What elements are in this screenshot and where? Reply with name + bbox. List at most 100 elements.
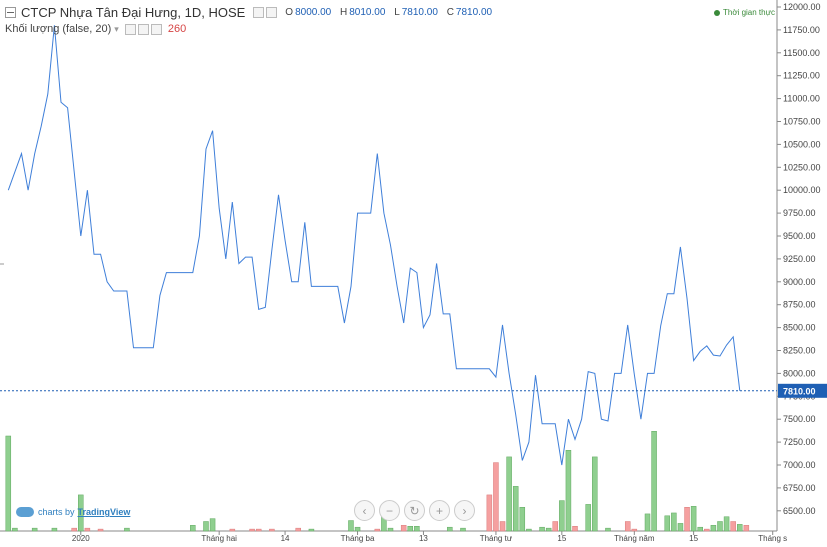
volume-bar xyxy=(447,526,453,532)
symbol-legend: CTCP Nhựa Tân Đại Hưng, 1D, HOSE O 8000.0… xyxy=(5,5,498,20)
scroll-left-button[interactable]: ‹ xyxy=(354,500,375,521)
y-tick-label: 8000.00 xyxy=(783,368,816,378)
price-chart[interactable]: 6500.006750.007000.007250.007500.007750.… xyxy=(0,0,827,547)
y-tick-label: 12000.00 xyxy=(783,2,821,12)
y-tick-label: 11750.00 xyxy=(783,25,820,35)
volume-bar xyxy=(71,527,77,532)
visibility-icon[interactable] xyxy=(253,7,265,18)
branding-link[interactable]: TradingView xyxy=(78,507,131,517)
price-line xyxy=(7,25,741,466)
volume-bar xyxy=(506,456,512,532)
y-tick-label: 10000.00 xyxy=(783,185,821,195)
tradingview-branding[interactable]: charts by TradingView xyxy=(16,507,130,517)
settings-icon[interactable] xyxy=(137,23,149,35)
close-icon[interactable] xyxy=(150,23,162,35)
volume-bar xyxy=(348,520,354,532)
chart-navigation: ‹ − ↻ + › xyxy=(354,500,479,521)
volume-bar xyxy=(651,431,657,532)
volume-legend: Khối lượng (false, 20) ▾ 260 xyxy=(5,23,186,35)
volume-bar xyxy=(559,500,565,532)
y-tick-label: 6500.00 xyxy=(783,506,816,516)
volume-bar xyxy=(664,515,671,532)
x-tick-label: Tháng năm xyxy=(614,534,655,543)
x-tick-label: 13 xyxy=(419,534,428,543)
x-tick-label: 14 xyxy=(281,534,290,543)
y-tick-label: 6750.00 xyxy=(783,483,816,493)
reset-button[interactable]: ↻ xyxy=(404,500,425,521)
ohlc-high: 8010.00 xyxy=(349,7,386,18)
ohlc-key: L xyxy=(394,7,400,18)
y-tick-label: 11500.00 xyxy=(783,48,820,58)
x-tick-label: Tháng s xyxy=(758,534,787,543)
ohlc-key: O xyxy=(285,7,294,18)
y-tick-label: 8500.00 xyxy=(783,323,816,333)
volume-bar xyxy=(124,527,130,532)
volume-bar xyxy=(414,526,420,532)
x-tick-label: Tháng ba xyxy=(341,534,375,543)
volume-bar xyxy=(269,528,275,532)
y-tick-label: 10250.00 xyxy=(783,162,821,172)
ohlc-key: H xyxy=(340,7,348,18)
volume-bar xyxy=(5,435,12,532)
volume-bar xyxy=(684,507,690,532)
volume-bar xyxy=(493,462,499,532)
chevron-down-icon[interactable]: ▾ xyxy=(114,24,119,35)
zoom-in-button[interactable]: + xyxy=(429,500,450,521)
volume-bar xyxy=(552,521,558,532)
volume-bar xyxy=(631,528,638,532)
volume-bar xyxy=(249,528,255,532)
volume-bar xyxy=(387,527,394,532)
volume-bar xyxy=(671,512,677,532)
collapse-icon[interactable] xyxy=(5,7,16,18)
volume-bar xyxy=(209,518,216,532)
visibility-icon[interactable] xyxy=(124,23,136,35)
volume-bar xyxy=(737,524,743,532)
realtime-status: Thời gian thực xyxy=(714,8,775,17)
volume-bar xyxy=(460,527,466,532)
volume-bar xyxy=(308,528,315,532)
volume-bar xyxy=(592,456,598,532)
branding-prefix: charts by xyxy=(38,507,75,517)
volume-bar xyxy=(400,525,407,532)
volume-bar xyxy=(84,527,91,532)
x-tick-label: Tháng hai xyxy=(201,534,237,543)
volume-bar xyxy=(51,527,58,532)
volume-bar xyxy=(519,507,526,532)
volume-bar xyxy=(717,521,723,532)
volume-bar xyxy=(545,527,552,532)
volume-bar xyxy=(229,528,236,532)
volume-bar xyxy=(203,521,209,532)
volume-bar xyxy=(585,504,591,532)
volume-bar xyxy=(730,521,736,532)
volume-bar xyxy=(97,528,104,532)
volume-bar xyxy=(499,521,506,532)
volume-bar xyxy=(354,526,361,532)
status-dot-icon xyxy=(714,9,720,16)
y-tick-label: 10750.00 xyxy=(783,117,821,127)
scroll-right-button[interactable]: › xyxy=(454,500,475,521)
tradingview-logo-icon xyxy=(16,507,34,517)
volume-bar xyxy=(710,525,717,532)
y-tick-label: 9000.00 xyxy=(783,277,816,287)
y-tick-label: 11250.00 xyxy=(783,71,820,81)
last-price-marker: 7810.00 xyxy=(0,383,827,398)
volume-bar xyxy=(512,486,519,532)
price-series-line xyxy=(7,25,741,466)
zoom-out-button[interactable]: − xyxy=(379,500,400,521)
y-tick-label: 7250.00 xyxy=(783,437,816,447)
volume-bar xyxy=(486,494,493,532)
x-tick-label: 2020 xyxy=(72,534,90,543)
volume-bar xyxy=(572,526,578,532)
settings-icon[interactable] xyxy=(266,7,278,18)
ohlc-key: C xyxy=(446,7,454,18)
volume-bar xyxy=(704,528,710,532)
y-tick-label: 7500.00 xyxy=(783,414,816,424)
y-tick-label: 7000.00 xyxy=(783,460,816,470)
volume-bar xyxy=(190,525,196,532)
volume-bar xyxy=(12,527,18,532)
volume-bar xyxy=(526,528,532,532)
y-tick-label: 9250.00 xyxy=(783,254,816,264)
volume-bar xyxy=(565,450,572,532)
volume-bar xyxy=(407,526,414,532)
volume-bar xyxy=(605,527,611,532)
